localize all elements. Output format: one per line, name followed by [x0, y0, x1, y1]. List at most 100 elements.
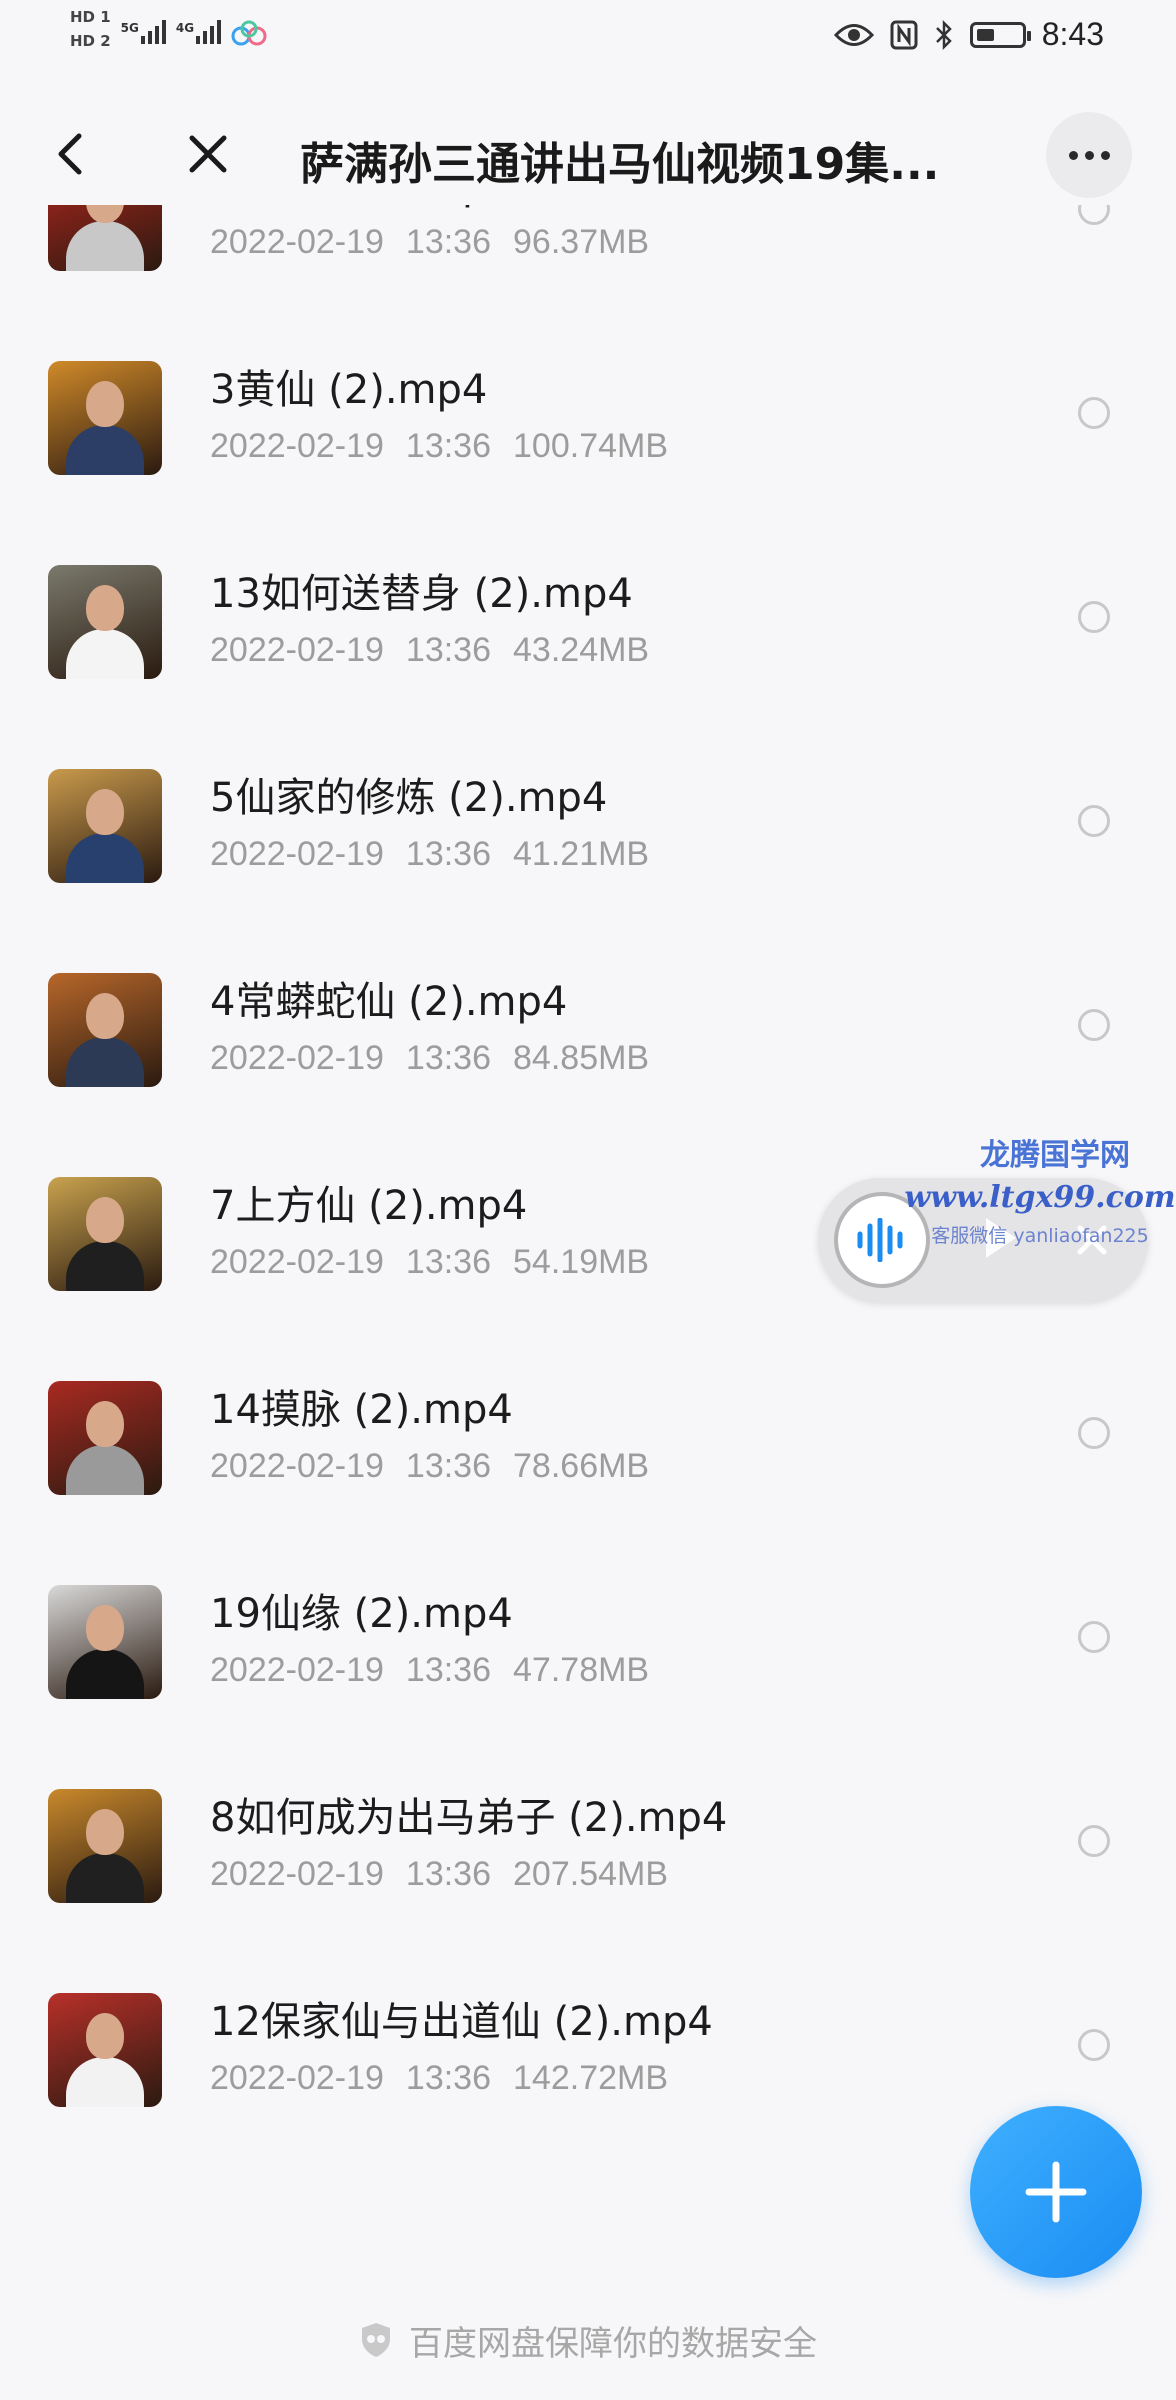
- file-meta: 2022-02-19 13:36 142.72MB: [210, 2059, 690, 2098]
- network1: 5G: [121, 8, 166, 44]
- file-row[interactable]: 19仙缘 (2).mp4 2022-02-19 13:36 47.78MB: [0, 1561, 1176, 1765]
- file-meta: 2022-02-19 13:36 96.37MB: [210, 223, 671, 262]
- thumbnail-person-head: [86, 1401, 124, 1447]
- close-player-icon[interactable]: [1068, 1216, 1116, 1264]
- add-button[interactable]: [970, 2106, 1142, 2278]
- file-row[interactable]: 4常蟒蛇仙 (2).mp4 2022-02-19 13:36 84.85MB: [0, 949, 1176, 1153]
- file-row[interactable]: 14摸脉 (2).mp4 2022-02-19 13:36 78.66MB: [0, 1357, 1176, 1561]
- thumbnail-person-head: [86, 993, 124, 1039]
- cloud-app-icon: [231, 20, 267, 46]
- video-thumbnail[interactable]: [48, 205, 162, 271]
- footer: 百度网盘保障你的数据安全: [0, 2310, 1176, 2370]
- select-radio[interactable]: [1078, 1825, 1110, 1857]
- file-meta: 2022-02-19 13:36 41.21MB: [210, 835, 671, 874]
- audio-disc[interactable]: [834, 1192, 930, 1288]
- file-time: 13:36: [405, 1651, 492, 1689]
- thumbnail-person-head: [86, 1605, 124, 1651]
- select-radio[interactable]: [1078, 1417, 1110, 1449]
- thumbnail-person-head: [86, 1197, 124, 1243]
- video-thumbnail[interactable]: [48, 973, 162, 1087]
- file-time: 13:36: [405, 2059, 492, 2097]
- more-options-button[interactable]: [1046, 112, 1132, 198]
- select-radio[interactable]: [1078, 805, 1110, 837]
- title-bar: 萨满孙三通讲出马仙视频19集...: [0, 100, 1176, 210]
- network2: 4G: [175, 8, 222, 44]
- back-button[interactable]: [34, 118, 106, 190]
- file-size: 54.19MB: [513, 1243, 650, 1281]
- file-name: 13如何送替身 (2).mp4: [210, 571, 633, 617]
- video-thumbnail[interactable]: [48, 1789, 162, 1903]
- select-radio[interactable]: [1078, 2029, 1110, 2061]
- more-dot-icon: [1068, 150, 1078, 160]
- file-name: 15破关 (2).mp4: [210, 205, 513, 211]
- video-thumbnail[interactable]: [48, 1585, 162, 1699]
- file-meta: 2022-02-19 13:36 100.74MB: [210, 427, 690, 466]
- file-name: 4常蟒蛇仙 (2).mp4: [210, 979, 568, 1025]
- file-size: 43.24MB: [513, 631, 650, 669]
- file-date: 2022-02-19: [210, 427, 384, 465]
- file-name: 5仙家的修炼 (2).mp4: [210, 775, 608, 821]
- file-row[interactable]: 13如何送替身 (2).mp4 2022-02-19 13:36 43.24MB: [0, 541, 1176, 745]
- select-radio[interactable]: [1078, 1009, 1110, 1041]
- status-right: 8:43: [833, 16, 1104, 53]
- file-meta: 2022-02-19 13:36 47.78MB: [210, 1651, 671, 1690]
- chevron-left-icon: [58, 133, 82, 175]
- video-thumbnail[interactable]: [48, 1381, 162, 1495]
- video-thumbnail[interactable]: [48, 565, 162, 679]
- file-row[interactable]: 5仙家的修炼 (2).mp4 2022-02-19 13:36 41.21MB: [0, 745, 1176, 949]
- thumbnail-person-head: [86, 2013, 124, 2059]
- sim1-label: HD 1: [70, 8, 111, 26]
- file-size: 207.54MB: [513, 1855, 669, 1893]
- battery-icon: [969, 21, 1031, 48]
- video-thumbnail[interactable]: [48, 769, 162, 883]
- file-size: 100.74MB: [513, 427, 669, 465]
- file-time: 13:36: [405, 427, 492, 465]
- video-thumbnail[interactable]: [48, 361, 162, 475]
- file-date: 2022-02-19: [210, 1855, 384, 1893]
- shield-icon: [362, 2323, 390, 2357]
- file-time: 13:36: [405, 223, 492, 261]
- video-thumbnail[interactable]: [48, 1993, 162, 2107]
- file-name: 8如何成为出马弟子 (2).mp4: [210, 1795, 728, 1841]
- battery-level: [976, 28, 995, 41]
- floating-audio-player[interactable]: [818, 1178, 1148, 1302]
- file-name: 12保家仙与出道仙 (2).mp4: [210, 1999, 713, 2045]
- footer-text: 百度网盘保障你的数据安全: [409, 2323, 817, 2364]
- file-size: 78.66MB: [513, 1447, 650, 1485]
- select-radio[interactable]: [1078, 397, 1110, 429]
- file-date: 2022-02-19: [210, 223, 384, 261]
- file-row[interactable]: 3黄仙 (2).mp4 2022-02-19 13:36 100.74MB: [0, 337, 1176, 541]
- thumbnail-person-head: [86, 1809, 124, 1855]
- file-size: 84.85MB: [513, 1039, 650, 1077]
- video-thumbnail[interactable]: [48, 1177, 162, 1291]
- file-time: 13:36: [405, 631, 492, 669]
- play-icon[interactable]: [986, 1218, 1016, 1258]
- file-time: 13:36: [405, 1039, 492, 1077]
- net1-label: 5G: [120, 21, 139, 35]
- file-date: 2022-02-19: [210, 1447, 384, 1485]
- file-meta: 2022-02-19 13:36 84.85MB: [210, 1039, 671, 1078]
- file-size: 96.37MB: [513, 223, 650, 261]
- close-icon: [189, 135, 227, 173]
- file-name: 19仙缘 (2).mp4: [210, 1591, 513, 1637]
- nfc-icon: [890, 20, 918, 49]
- file-size: 142.72MB: [513, 2059, 669, 2097]
- file-size: 47.78MB: [513, 1651, 650, 1689]
- file-date: 2022-02-19: [210, 1243, 384, 1281]
- select-radio[interactable]: [1078, 205, 1110, 225]
- waveform-icon: [857, 1218, 903, 1262]
- page-title: 萨满孙三通讲出马仙视频19集...: [300, 139, 940, 190]
- select-radio[interactable]: [1078, 1621, 1110, 1653]
- close-button[interactable]: [172, 118, 244, 190]
- file-meta: 2022-02-19 13:36 43.24MB: [210, 631, 671, 670]
- more-dot-icon: [1084, 150, 1094, 160]
- select-radio[interactable]: [1078, 601, 1110, 633]
- net2-label: 4G: [175, 21, 195, 35]
- file-meta: 2022-02-19 13:36 54.19MB: [210, 1243, 671, 1282]
- file-row[interactable]: 15破关 (2).mp4 2022-02-19 13:36 96.37MB: [0, 205, 1176, 337]
- file-name: 14摸脉 (2).mp4: [210, 1387, 513, 1433]
- status-bar: HD 1 HD 2 5G 4G 8:43: [0, 0, 1176, 80]
- thumbnail-person-head: [86, 585, 124, 631]
- file-row[interactable]: 8如何成为出马弟子 (2).mp4 2022-02-19 13:36 207.54MB: [0, 1765, 1176, 1969]
- thumbnail-person-head: [86, 381, 124, 427]
